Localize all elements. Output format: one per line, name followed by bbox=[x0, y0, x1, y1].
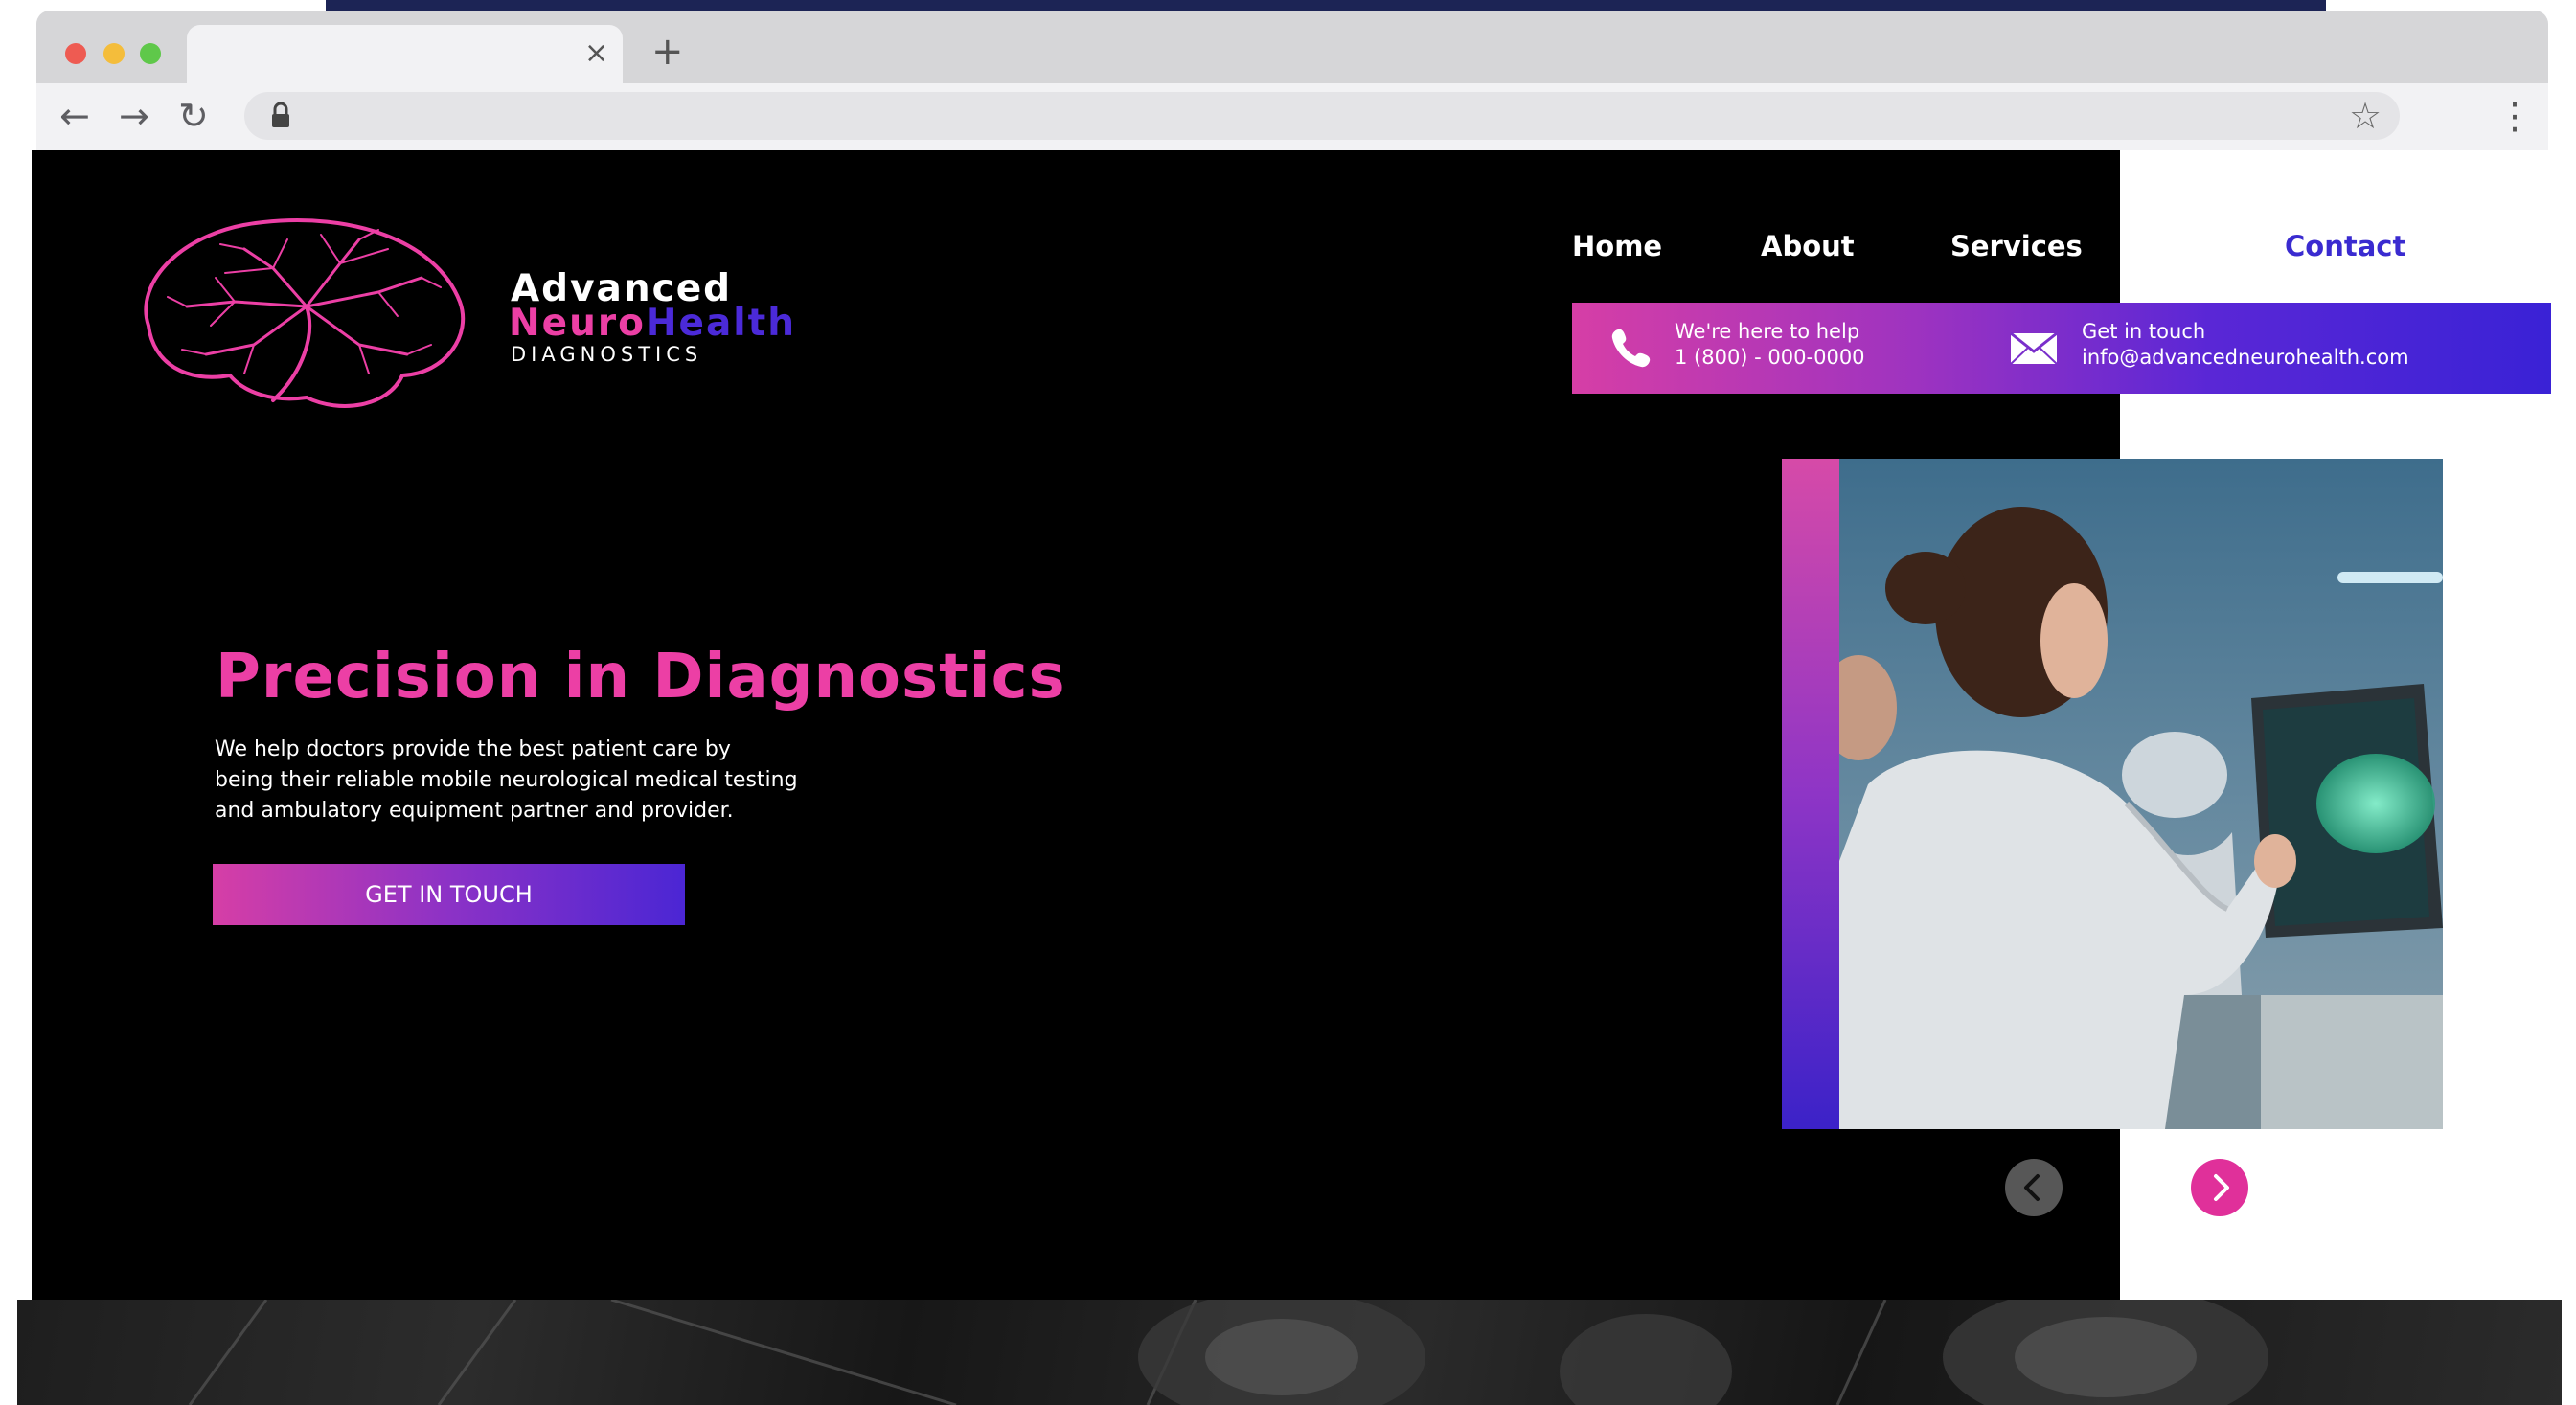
tab-close-icon[interactable]: × bbox=[584, 34, 608, 73]
star-icon[interactable]: ☆ bbox=[2349, 92, 2382, 140]
lock-icon bbox=[272, 102, 289, 127]
browser-tab[interactable] bbox=[187, 25, 623, 83]
mail-icon[interactable] bbox=[2010, 332, 2058, 365]
phone-icon[interactable] bbox=[1609, 326, 1653, 370]
logo-health: Health bbox=[645, 302, 797, 345]
window-close-dot[interactable] bbox=[65, 43, 86, 64]
logo-neuro: Neuro bbox=[509, 302, 646, 345]
hero-description: We help doctors provide the best patient… bbox=[215, 735, 809, 827]
hero-photo-doctor-brain-scan bbox=[1839, 459, 2443, 1129]
nav-services[interactable]: Services bbox=[1950, 227, 2083, 265]
slider-prev-button[interactable] bbox=[2005, 1159, 2063, 1216]
top-decorative-strip bbox=[326, 0, 2326, 11]
reload-icon[interactable]: ↻ bbox=[178, 92, 209, 140]
chevron-left-icon bbox=[2024, 1174, 2040, 1201]
slider-next-button[interactable] bbox=[2191, 1159, 2248, 1216]
hero-description-line: being their reliable mobile neurological… bbox=[215, 768, 798, 792]
kebab-menu-icon[interactable]: ⋮ bbox=[2496, 92, 2533, 140]
scan-films-decoration bbox=[188, 1300, 2268, 1405]
email-address[interactable]: info@advancedneurohealth.com bbox=[2082, 345, 2409, 370]
get-in-touch-button[interactable]: GET IN TOUCH bbox=[213, 864, 685, 925]
chevron-right-icon bbox=[2214, 1174, 2229, 1201]
phone-number[interactable]: 1 (800) - 000-0000 bbox=[1675, 345, 1865, 370]
address-bar[interactable] bbox=[244, 92, 2400, 140]
phone-caption: We're here to help bbox=[1675, 320, 1860, 343]
new-tab-icon[interactable]: + bbox=[651, 31, 684, 73]
hero-description-line: and ambulatory equipment partner and pro… bbox=[215, 799, 734, 823]
window-maximize-dot[interactable] bbox=[140, 43, 161, 64]
nav-home[interactable]: Home bbox=[1572, 227, 1662, 265]
nav-contact[interactable]: Contact bbox=[2285, 227, 2405, 265]
logo-line-neurohealth: NeuroHealth bbox=[509, 304, 796, 344]
back-icon[interactable]: ← bbox=[59, 92, 90, 140]
forward-icon[interactable]: → bbox=[119, 92, 149, 140]
hero-title: Precision in Diagnostics bbox=[216, 642, 1066, 713]
hero-description-line: We help doctors provide the best patient… bbox=[215, 737, 731, 761]
logo-line-diagnostics: DIAGNOSTICS bbox=[511, 343, 703, 366]
nav-about[interactable]: About bbox=[1761, 227, 1855, 265]
image-accent-bar bbox=[1782, 459, 1841, 1129]
brain-logo-icon bbox=[144, 218, 466, 408]
email-caption: Get in touch bbox=[2082, 320, 2206, 343]
window-minimize-dot[interactable] bbox=[103, 43, 125, 64]
